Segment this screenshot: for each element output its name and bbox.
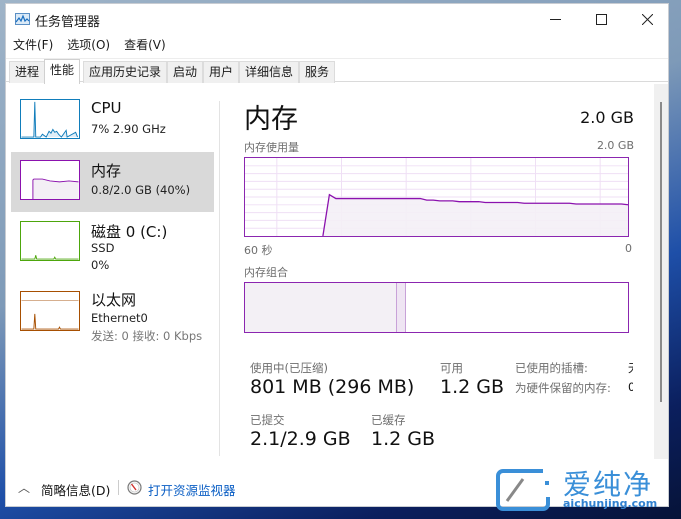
slots-used-value: 无: [628, 360, 633, 376]
title-bar[interactable]: 任务管理器: [6, 4, 668, 34]
disk-thumbnail-graph: [20, 221, 80, 261]
memory-composition-bar: [244, 282, 629, 333]
composition-in-use[interactable]: [245, 283, 397, 332]
slots-used-label: 已使用的插槽:: [515, 361, 588, 375]
fewer-details-button[interactable]: 简略信息(D): [41, 480, 110, 499]
tab-startup[interactable]: 启动: [167, 61, 204, 83]
close-button[interactable]: [624, 4, 670, 34]
disk-type: SSD: [91, 241, 115, 255]
vertical-scrollbar[interactable]: [654, 84, 668, 459]
watermark: 爱纯净 aichunjing.com: [493, 463, 681, 517]
memory-total: 2.0 GB: [580, 108, 634, 127]
resource-item-ethernet[interactable]: 以太网 Ethernet0 发送: 0 接收: 0 Kbps: [11, 283, 214, 343]
available-label: 可用: [440, 361, 463, 375]
cpu-name: CPU: [91, 99, 122, 117]
minimize-icon: [549, 18, 561, 20]
panel-divider: [219, 101, 220, 456]
ethernet-adapter: Ethernet0: [91, 311, 148, 325]
footer-separator: [118, 480, 119, 495]
open-resource-monitor-link[interactable]: 打开资源监视器: [148, 480, 236, 499]
tab-processes[interactable]: 进程: [9, 61, 46, 83]
watermark-url: aichunjing.com: [563, 497, 658, 510]
available-value: 1.2 GB: [440, 376, 505, 398]
close-icon: [641, 13, 653, 25]
tab-performance[interactable]: 性能: [44, 59, 81, 84]
window-title: 任务管理器: [35, 15, 101, 30]
in-use-label: 使用中(已压缩): [250, 361, 328, 375]
scrollbar-thumb[interactable]: [660, 102, 662, 402]
cached-label: 已缓存: [371, 413, 406, 427]
composition-modified[interactable]: [396, 283, 406, 332]
in-use-value: 801 MB (296 MB): [250, 376, 415, 398]
menu-file[interactable]: 文件(F): [6, 36, 60, 56]
task-manager-window: 任务管理器 文件(F) 选项(O) 查看(V) 进程 性能 应用历史记录 启动 …: [5, 3, 669, 507]
resource-list: CPU 7% 2.90 GHz 内存 0.8/2.0 GB (40%) 磁盘 0…: [6, 83, 218, 453]
menu-bar: 文件(F) 选项(O) 查看(V): [6, 36, 173, 56]
committed-value: 2.1/2.9 GB: [250, 428, 351, 450]
tab-services[interactable]: 服务: [299, 61, 336, 83]
hardware-reserved-label: 为硬件保留的内存:: [515, 381, 611, 395]
disk-usage: 0%: [91, 258, 110, 272]
memory-thumbnail-graph: [20, 160, 80, 200]
committed-label: 已提交: [250, 413, 285, 427]
composition-label: 内存组合: [244, 266, 288, 279]
memory-usage-graph: [244, 157, 629, 237]
tab-bar: 进程 性能 应用历史记录 启动 用户 详细信息 服务: [6, 58, 668, 84]
menu-view[interactable]: 查看(V): [117, 36, 173, 56]
menu-options[interactable]: 选项(O): [60, 36, 117, 56]
resource-item-disk[interactable]: 磁盘 0 (C:) SSD 0%: [11, 213, 214, 273]
ethernet-name: 以太网: [91, 291, 137, 309]
disk-name: 磁盘 0 (C:): [91, 223, 168, 241]
graph-axis-right: 0: [625, 242, 632, 255]
tab-users[interactable]: 用户: [203, 61, 240, 83]
hardware-reserved-value: 0: [628, 380, 633, 394]
resource-monitor-icon: [127, 480, 142, 495]
ethernet-throughput: 发送: 0 接收: 0 Kbps: [91, 329, 203, 343]
memory-title: 内存: [244, 104, 298, 135]
graph-axis-left: 60 秒: [244, 244, 273, 257]
cpu-thumbnail-graph: [20, 99, 80, 139]
resource-item-memory[interactable]: 内存 0.8/2.0 GB (40%): [11, 152, 214, 212]
cpu-usage: 7% 2.90 GHz: [91, 122, 166, 136]
tab-details[interactable]: 详细信息: [239, 61, 300, 83]
memory-usage: 0.8/2.0 GB (40%): [91, 183, 191, 197]
ethernet-thumbnail-graph: [20, 291, 80, 331]
tab-app-history[interactable]: 应用历史记录: [83, 61, 168, 83]
usage-graph-max: 2.0 GB: [596, 139, 634, 152]
maximize-button[interactable]: [578, 4, 624, 34]
minimize-button[interactable]: [532, 4, 578, 34]
usage-area: [322, 194, 628, 236]
resource-item-cpu[interactable]: CPU 7% 2.90 GHz: [11, 91, 214, 151]
task-manager-app-icon: [15, 13, 30, 25]
watermark-logo-icon: [496, 469, 550, 511]
usage-graph-label: 内存使用量: [244, 141, 299, 154]
chevron-up-icon[interactable]: ︿: [18, 479, 30, 496]
maximize-icon: [595, 13, 607, 25]
cached-value: 1.2 GB: [371, 428, 436, 450]
memory-name: 内存: [91, 162, 122, 180]
